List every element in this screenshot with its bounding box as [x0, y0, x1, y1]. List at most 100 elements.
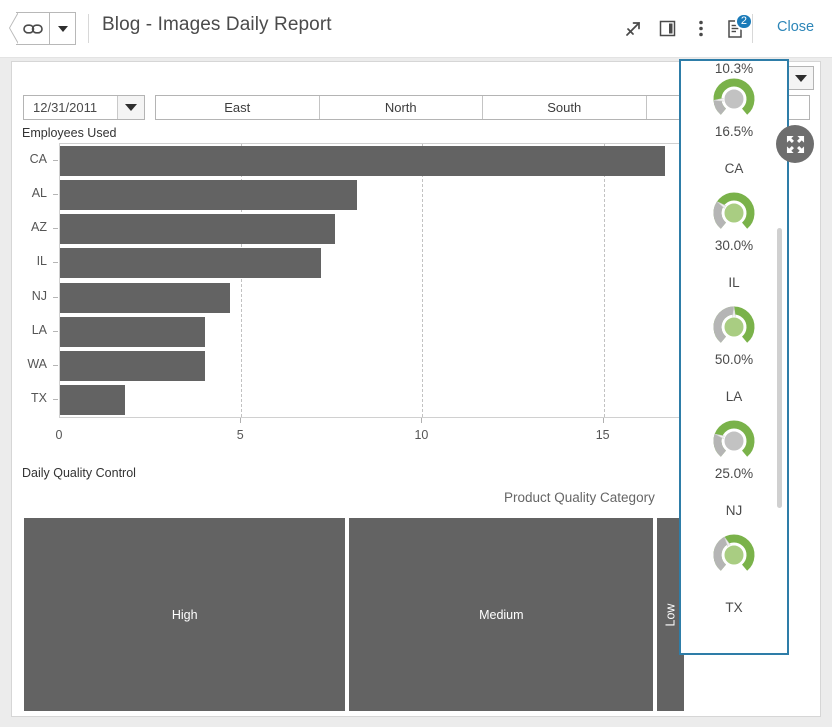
gauges-panel[interactable]: 10.3%16.5%CA 30.0% IL 50.0%LA 25.0% NJ TX: [679, 59, 789, 655]
bar-ylabel-nj: NJ: [12, 289, 47, 303]
gauges-list: 10.3%16.5%CA 30.0% IL 50.0%LA 25.0% NJ TX: [681, 59, 787, 629]
gauge-item[interactable]: TX: [681, 532, 787, 629]
gauge-item[interactable]: 50.0%LA: [681, 304, 787, 418]
bar-xlabel-0: 0: [56, 428, 63, 442]
bar-az[interactable]: [60, 214, 335, 244]
region-tab-north[interactable]: North: [320, 96, 484, 119]
bar-ylabel-ca: CA: [12, 152, 47, 166]
bar-al[interactable]: [60, 180, 357, 210]
tag-point: [8, 12, 16, 45]
bar-row[interactable]: [60, 283, 687, 313]
gauge-label: IL: [728, 275, 739, 290]
drill-path-icon[interactable]: [616, 12, 650, 46]
bar-ytick: [53, 194, 58, 195]
gauge-dial-icon: [711, 190, 757, 236]
chevron-down-icon: [125, 104, 137, 111]
comments-icon[interactable]: 2: [718, 12, 752, 46]
bar-chart-plot: [59, 143, 688, 418]
bar-ylabel-az: AZ: [12, 220, 47, 234]
bar-ylabel-al: AL: [12, 186, 47, 200]
bar-ylabel-wa: WA: [12, 357, 47, 371]
bar-ytick: [53, 262, 58, 263]
gauge-value: 25.0%: [715, 466, 753, 481]
drill-path-icon-glyph: [624, 19, 643, 38]
bar-xtick: [421, 418, 422, 423]
more-options-icon-glyph: [698, 19, 704, 38]
treemap-title: Daily Quality Control: [22, 466, 136, 480]
treemap-cell-label: Medium: [479, 608, 523, 622]
header-toolbar: 2: [616, 0, 752, 57]
bar-xlabel-5: 5: [237, 428, 244, 442]
treemap-chart: High Medium Low: [24, 518, 684, 718]
panel-toggle-icon-glyph: [658, 19, 677, 38]
gauge-item[interactable]: 10.3%: [681, 59, 787, 76]
bar-ca[interactable]: [60, 146, 665, 176]
bar-row[interactable]: [60, 351, 687, 381]
gauge-dial-icon: [711, 304, 757, 350]
bar-chart-title: Employees Used: [22, 126, 117, 140]
gauge-dial-icon: [711, 532, 757, 578]
treemap-cell-high[interactable]: High: [24, 518, 345, 711]
date-select-arrow[interactable]: [117, 96, 144, 119]
gauge-item[interactable]: 16.5%CA: [681, 76, 787, 190]
bar-xtick: [240, 418, 241, 423]
bar-ytick: [53, 160, 58, 161]
window-header: Blog - Images Daily Report: [0, 0, 832, 58]
bar-tx[interactable]: [60, 385, 125, 415]
gauge-dial-icon: [711, 418, 757, 464]
chevron-down-icon: [58, 26, 68, 32]
treemap-cell-label: Low: [664, 603, 678, 626]
bar-ylabel-la: LA: [12, 323, 47, 337]
gauge-label: LA: [726, 389, 743, 404]
gauges-scrollbar-thumb[interactable]: [777, 228, 782, 508]
page-title: Blog - Images Daily Report: [102, 14, 332, 36]
expand-icon: [786, 135, 805, 154]
expand-button[interactable]: [776, 125, 814, 163]
gauge-label: NJ: [726, 503, 743, 518]
bar-il[interactable]: [60, 248, 321, 278]
link-tag-button[interactable]: [8, 12, 76, 45]
bar-row[interactable]: [60, 317, 687, 347]
year-select-arrow[interactable]: [787, 67, 813, 89]
bar-ytick: [53, 365, 58, 366]
bar-wa[interactable]: [60, 351, 205, 381]
bar-ytick: [53, 331, 58, 332]
date-select-value: 12/31/2011: [24, 96, 117, 119]
header-divider-right: [752, 14, 753, 43]
date-select[interactable]: 12/31/2011: [23, 95, 145, 120]
bar-ylabel-tx: TX: [12, 391, 47, 405]
chevron-down-icon: [795, 75, 807, 82]
gauge-dial-icon: [711, 76, 757, 122]
bar-row[interactable]: [60, 385, 687, 415]
gauge-item[interactable]: 30.0% IL: [681, 190, 787, 304]
bar-ytick: [53, 228, 58, 229]
region-tab-east[interactable]: East: [156, 96, 320, 119]
close-button[interactable]: Close: [777, 19, 814, 35]
gauge-value: 10.3%: [715, 61, 753, 76]
gauge-value: 30.0%: [715, 238, 753, 253]
bar-la[interactable]: [60, 317, 205, 347]
gauge-label: TX: [725, 600, 742, 615]
bar-row[interactable]: [60, 180, 687, 210]
bar-xtick: [603, 418, 604, 423]
bar-row[interactable]: [60, 146, 687, 176]
comments-badge: 2: [735, 13, 753, 30]
link-icon[interactable]: [16, 12, 50, 45]
bar-row[interactable]: [60, 248, 687, 278]
region-tab-south[interactable]: South: [483, 96, 647, 119]
bar-xlabel-10: 10: [414, 428, 428, 442]
treemap-cell-medium[interactable]: Medium: [349, 518, 653, 711]
link-dropdown-button[interactable]: [50, 12, 76, 45]
bar-ylabel-il: IL: [12, 254, 47, 268]
link-icon-glyph: [23, 22, 43, 36]
bar-ytick: [53, 399, 58, 400]
treemap-cell-label: High: [172, 608, 198, 622]
gauge-item[interactable]: 25.0% NJ: [681, 418, 787, 532]
header-divider-left: [88, 14, 89, 43]
more-options-icon[interactable]: [684, 12, 718, 46]
gauge-value: 16.5%: [715, 124, 753, 139]
bar-xlabel-15: 15: [596, 428, 610, 442]
bar-nj[interactable]: [60, 283, 230, 313]
bar-row[interactable]: [60, 214, 687, 244]
panel-toggle-icon[interactable]: [650, 12, 684, 46]
